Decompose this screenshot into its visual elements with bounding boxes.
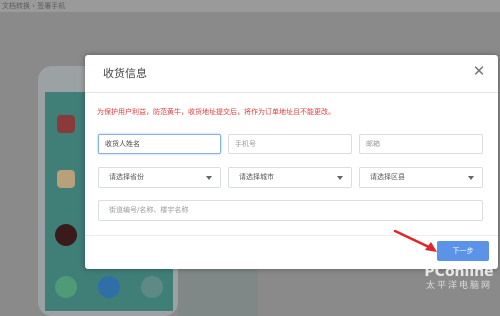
province-select[interactable]: 请选择省份 [98,167,221,188]
next-step-button[interactable]: 下一步 [437,241,489,261]
district-select[interactable]: 请选择区县 [359,167,483,188]
dialog-title: 收货信息 [103,67,147,80]
watermark-brand: PConline [424,264,494,280]
background-messages-icon [141,276,163,298]
phone-input[interactable]: 手机号 [228,134,352,154]
watermark-subtitle: 太平洋电脑网 [425,281,492,291]
red-arrow-annotation [393,229,437,252]
province-select-value: 请选择省份 [109,173,144,181]
background-browser-icon [98,276,120,298]
watermark-logo: PConline 太平洋电脑网 [418,264,500,308]
chevron-down-icon [468,176,474,180]
district-select-value: 请选择区县 [370,173,405,181]
email-input[interactable]: 邮箱 [359,134,483,154]
background-breadcrumb: 文档转换 › 签署手机 [0,0,500,12]
chevron-down-icon [206,176,212,180]
close-icon[interactable]: ✕ [472,64,486,79]
background-phone-call-icon [55,276,77,298]
background-app-icon [57,170,75,188]
city-select[interactable]: 请选择城市 [228,167,352,188]
recipient-name-input[interactable]: 收货人姓名 [98,134,221,154]
address-notice: 为保护用户利益，防范黄牛，收货地址提交后，将作为订单地址且不能更改。 [97,108,335,116]
background-app-icon [57,115,75,133]
chevron-down-icon [337,176,343,180]
street-address-input[interactable]: 街道编号/名称、楼宇名称 [98,200,483,221]
background-app-icon [55,224,77,246]
dialog-header: 收货信息 ✕ [85,55,498,93]
city-select-value: 请选择城市 [239,173,274,181]
